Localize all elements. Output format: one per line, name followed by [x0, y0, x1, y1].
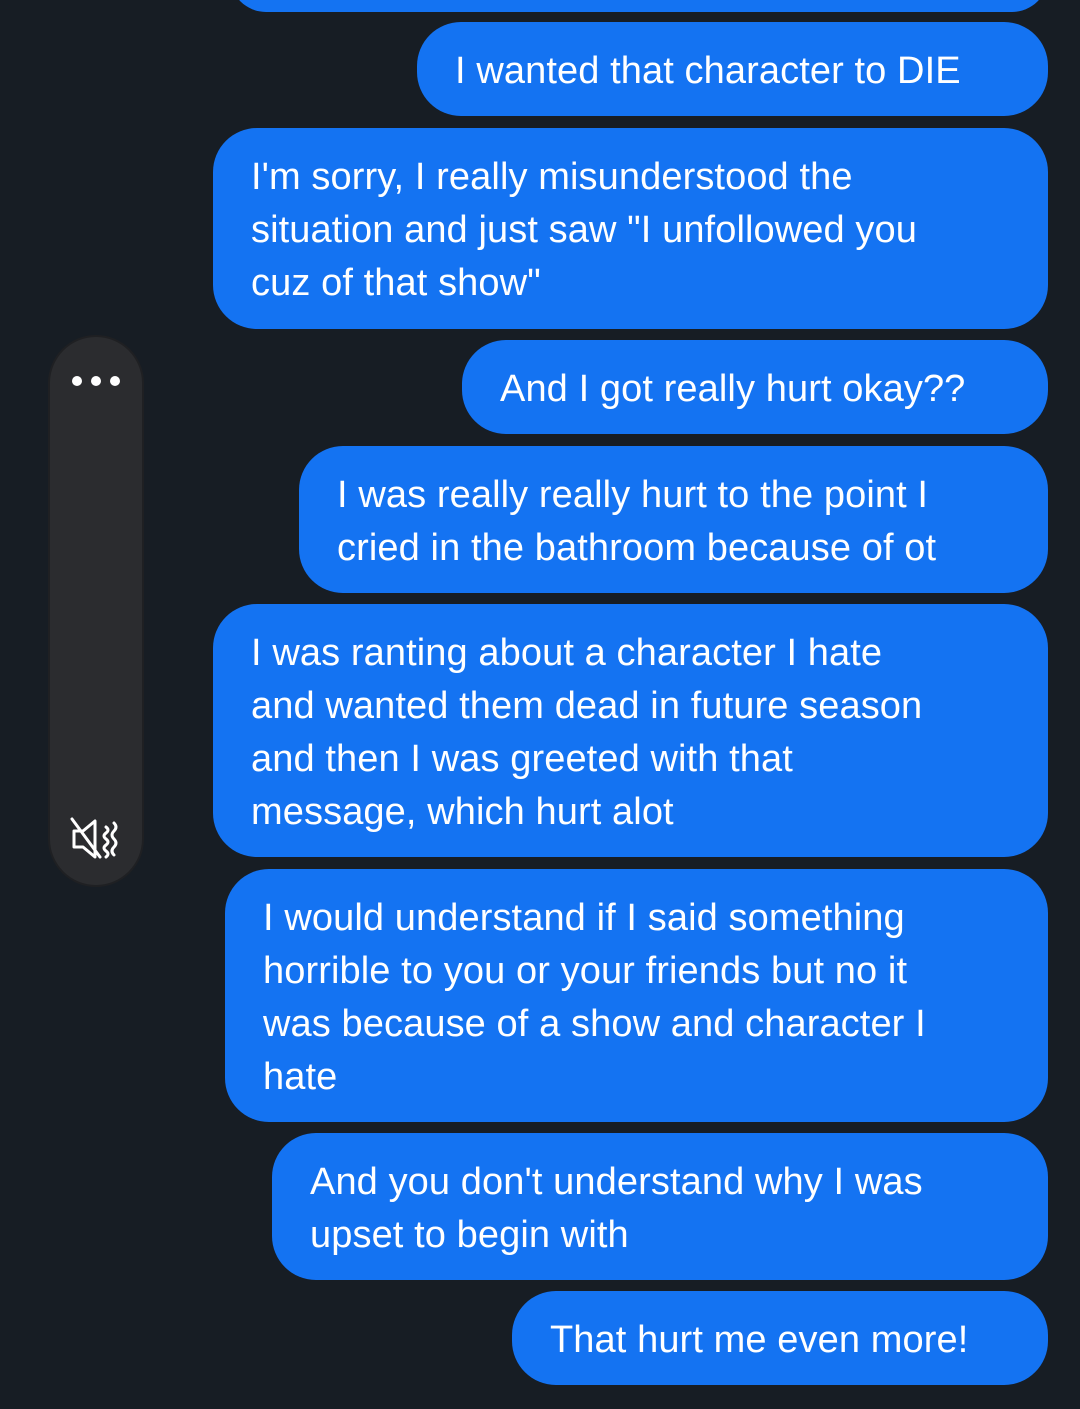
- message-text: I was really really hurt to the point I …: [337, 474, 937, 569]
- message-bubble[interactable]: And I got really hurt okay??: [462, 340, 1048, 434]
- message-text: And I got really hurt okay??: [500, 368, 966, 410]
- message-bubble-partial[interactable]: [230, 0, 1048, 12]
- message-text: And you don't understand why I was upset…: [310, 1161, 923, 1256]
- message-text: I'm sorry, I really misunderstood the si…: [251, 156, 917, 304]
- message-bubble[interactable]: I'm sorry, I really misunderstood the si…: [213, 128, 1048, 329]
- volume-panel[interactable]: [50, 337, 142, 885]
- message-bubble[interactable]: I wanted that character to DIE: [417, 22, 1048, 116]
- message-text: I would understand if I said something h…: [263, 897, 926, 1098]
- message-bubble[interactable]: That hurt me even more!: [512, 1291, 1048, 1385]
- volume-mute-icon[interactable]: [70, 813, 122, 865]
- message-text: That hurt me even more!: [550, 1319, 969, 1361]
- message-bubble[interactable]: I would understand if I said something h…: [225, 869, 1048, 1122]
- message-text: I was ranting about a character I hate a…: [251, 632, 923, 833]
- message-bubble[interactable]: And you don't understand why I was upset…: [272, 1133, 1048, 1280]
- message-bubble[interactable]: I was really really hurt to the point I …: [299, 446, 1048, 593]
- message-text: I wanted that character to DIE: [455, 50, 961, 92]
- message-bubble[interactable]: I was ranting about a character I hate a…: [213, 604, 1048, 857]
- more-dots-icon[interactable]: [72, 375, 120, 387]
